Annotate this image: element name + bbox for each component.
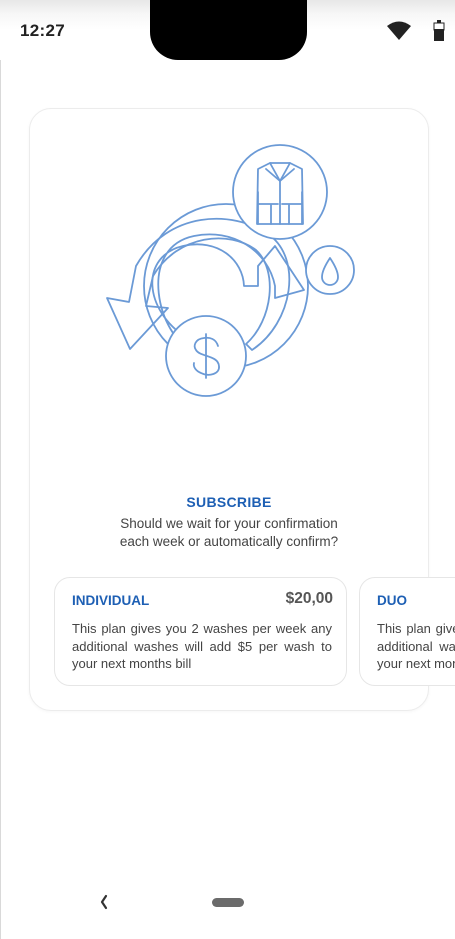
back-icon[interactable] <box>98 893 110 911</box>
screen-edge <box>0 60 1 939</box>
dollar-icon <box>165 315 247 397</box>
plan-description: This plan gives you 2 washes per week an… <box>72 621 332 671</box>
subscribe-description-line-1: Should we wait for your confirmation <box>120 516 338 531</box>
status-time: 12:27 <box>20 21 65 40</box>
plan-card-duo[interactable]: DUO This plan gives you 2 washes per wee… <box>359 577 455 686</box>
home-pill-icon[interactable] <box>212 898 244 907</box>
plan-name: INDIVIDUAL <box>72 593 150 608</box>
wifi-icon <box>387 21 411 40</box>
plan-name: DUO <box>377 593 407 608</box>
plan-card-individual[interactable]: INDIVIDUAL $20,00 This plan gives you 2 … <box>54 577 347 686</box>
camera-notch <box>150 0 307 60</box>
battery-icon <box>433 20 445 41</box>
plan-price: $20,00 <box>285 590 333 607</box>
water-drop-icon <box>305 245 355 295</box>
subscribe-title: SUBSCRIBE <box>186 494 272 510</box>
subscription-screen: 12:27 SUBSCRIBE Should we wait for your … <box>0 0 455 939</box>
subscribe-description: Should we wait for your confirmation eac… <box>29 515 429 551</box>
subscribe-description-line-2: each week or automatically confirm? <box>119 534 339 549</box>
plan-description: This plan gives you 2 washes per week an… <box>377 621 455 671</box>
hero-illustration <box>106 144 355 397</box>
shirt-icon <box>232 144 328 240</box>
